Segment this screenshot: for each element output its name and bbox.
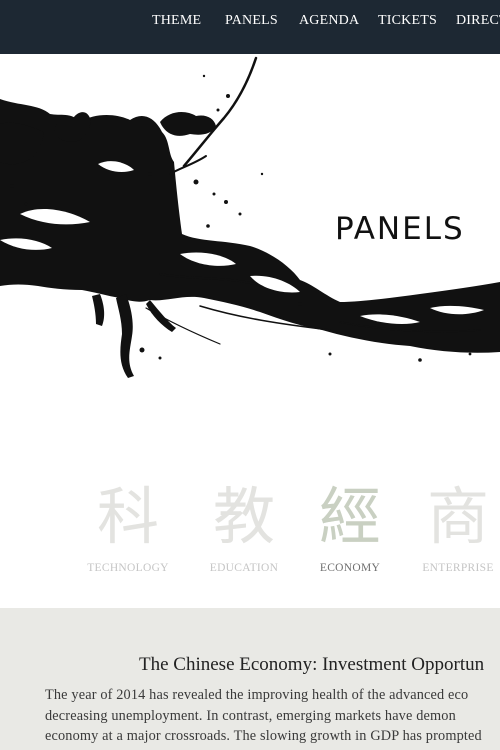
ink-splash-illustration <box>0 56 500 378</box>
nav-item-agenda[interactable]: AGENDA <box>299 13 359 29</box>
panel-article: The Chinese Economy: Investment Opportun… <box>0 608 500 750</box>
category-glyph: 商 <box>426 480 489 553</box>
category-education[interactable]: 教 EDUCATION <box>189 480 299 574</box>
category-technology[interactable]: 科 TECHNOLOGY <box>73 480 183 574</box>
article-title: The Chinese Economy: Investment Opportun <box>139 654 485 675</box>
article-body: The year of 2014 has revealed the improv… <box>45 685 500 747</box>
nav-item-direct[interactable]: DIRECT <box>456 13 500 29</box>
category-economy[interactable]: 經 ECONOMY <box>295 480 405 574</box>
category-label: ENTERPRISE <box>422 562 494 574</box>
article-line: decreasing unemployment. In contrast, em… <box>45 707 456 724</box>
nav-item-theme[interactable]: THEME <box>152 13 201 29</box>
category-enterprise[interactable]: 商 ENTERPRISE <box>403 480 500 574</box>
nav-item-tickets[interactable]: TICKETS <box>378 13 437 29</box>
category-glyph: 教 <box>212 480 275 553</box>
category-label: EDUCATION <box>209 562 279 574</box>
panel-categories: 科 TECHNOLOGY 教 EDUCATION 經 ECONOMY 商 ENT… <box>0 474 500 608</box>
nav-item-panels[interactable]: PANELS <box>225 13 278 29</box>
category-label: TECHNOLOGY <box>87 562 169 574</box>
top-nav: THEME PANELS AGENDA TICKETS DIRECT <box>0 0 500 54</box>
hero-banner: PANELS <box>0 54 500 474</box>
article-line: economy at a major crossroads. The slowi… <box>45 728 482 744</box>
article-line: The year of 2014 has revealed the improv… <box>45 687 469 703</box>
page-title: PANELS <box>335 211 465 247</box>
category-glyph: 科 <box>96 480 159 553</box>
category-label: ECONOMY <box>319 562 381 574</box>
category-glyph: 經 <box>318 480 381 553</box>
